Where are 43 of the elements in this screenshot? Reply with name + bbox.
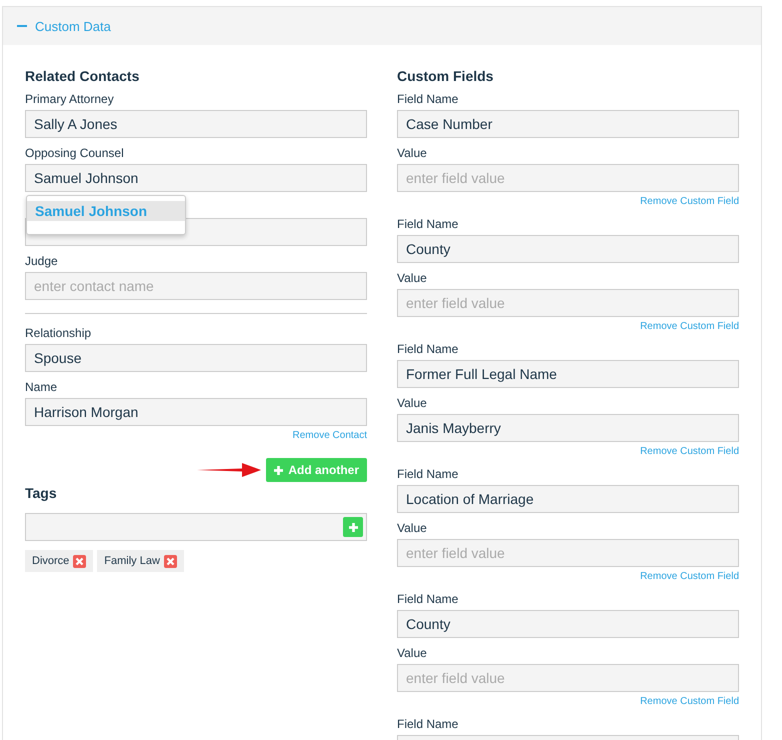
field-label: Field Name (397, 341, 458, 357)
field-value-input[interactable]: enter field value (397, 289, 739, 317)
field-label: Opposing Counsel (25, 145, 124, 161)
field-name-input[interactable]: County (397, 235, 739, 263)
field-value-input[interactable]: Janis Mayberry (397, 414, 739, 442)
section-heading: Related Contacts (25, 67, 140, 85)
field-label: Field Name (397, 466, 458, 482)
field-name-input[interactable]: Case Number (397, 110, 739, 138)
field-label: Value (397, 395, 427, 411)
remove-tag-icon[interactable] (73, 554, 86, 568)
field-label: Judge (25, 253, 58, 269)
remove-tag-icon[interactable] (164, 554, 177, 568)
field-value-input[interactable]: enter field value (397, 164, 739, 192)
name-field[interactable]: Harrison Morgan (25, 398, 367, 426)
field-label: Name (25, 379, 58, 395)
field-label: Value (397, 270, 427, 286)
contact-field[interactable]: enter contact name (25, 272, 367, 300)
section-title: Custom Data (35, 18, 111, 34)
field-value-input[interactable]: enter field value (397, 664, 739, 692)
contact-field[interactable]: Samuel Johnson (25, 164, 367, 192)
field-label: Value (397, 645, 427, 661)
field-name-input[interactable]: Location of Marriage (397, 485, 739, 513)
field-label: Field Name (397, 216, 458, 232)
section-heading: Tags (25, 484, 58, 502)
add-tag-button[interactable] (343, 517, 363, 537)
field-label: Value (397, 520, 427, 536)
relationship-field[interactable]: Spouse (25, 344, 367, 372)
field-label: Field Name (397, 91, 458, 107)
field-name-input[interactable]: Former Full Legal Name (397, 360, 739, 388)
field-name-input[interactable]: County (397, 610, 739, 638)
plus-icon (274, 466, 284, 474)
tag-label: Family Law (104, 555, 160, 567)
plus-icon (348, 522, 358, 532)
contact-field[interactable]: Sally A Jones (25, 110, 367, 138)
section-heading: Custom Fields (397, 67, 494, 85)
field-label: Relationship (25, 325, 92, 341)
field-label: Field Name (397, 591, 458, 607)
field-label: Field Name (397, 716, 458, 732)
field-label: Primary Attorney (25, 91, 114, 107)
field-label: Value (397, 145, 427, 161)
tag-input[interactable] (25, 513, 367, 541)
field-value-input[interactable]: enter field value (397, 539, 739, 567)
tag-label: Divorce (32, 555, 70, 567)
